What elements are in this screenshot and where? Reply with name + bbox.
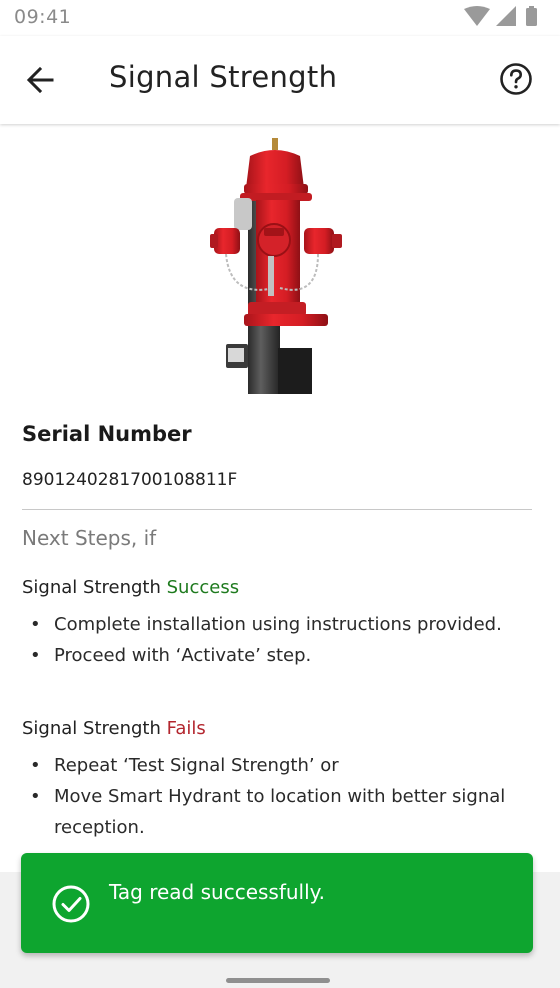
- serial-number-label: Serial Number: [22, 422, 192, 446]
- fail-section-heading: Signal Strength Fails: [22, 718, 206, 739]
- status-bar: 09:41: [0, 0, 560, 36]
- list-item: Complete installation using instructions…: [30, 609, 540, 640]
- toast-message: Tag read successfully.: [109, 880, 326, 904]
- page-title: Signal Strength: [109, 60, 338, 94]
- wifi-icon: [464, 6, 490, 26]
- list-item: Proceed with ‘Activate’ step.: [30, 640, 540, 671]
- help-circle-icon[interactable]: [498, 61, 534, 97]
- arrow-left-icon[interactable]: [22, 61, 60, 99]
- success-steps-list: Complete installation using instructions…: [30, 609, 540, 671]
- fail-status: Fails: [166, 718, 206, 739]
- fire-hydrant-image: [210, 138, 342, 394]
- success-status: Success: [166, 577, 240, 598]
- divider: [22, 509, 532, 510]
- battery-icon: [526, 8, 537, 26]
- fail-heading-prefix: Signal Strength: [22, 718, 161, 739]
- fail-steps-list: Repeat ‘Test Signal Strength’ or Move Sm…: [30, 750, 540, 843]
- success-toast: Tag read successfully.: [21, 853, 533, 953]
- check-circle-icon: [52, 885, 90, 923]
- content: Serial Number 8901240281700108811F Next …: [0, 124, 560, 864]
- home-indicator[interactable]: [226, 978, 330, 983]
- next-steps-heading: Next Steps, if: [22, 526, 157, 550]
- app-bar: Signal Strength: [0, 36, 560, 124]
- success-heading-prefix: Signal Strength: [22, 577, 161, 598]
- list-item: Move Smart Hydrant to location with bett…: [30, 781, 540, 843]
- status-icons: [464, 6, 537, 26]
- list-item: Repeat ‘Test Signal Strength’ or: [30, 750, 540, 781]
- cellular-icon: [496, 6, 516, 26]
- success-section-heading: Signal Strength Success: [22, 577, 239, 598]
- serial-number-value: 8901240281700108811F: [22, 470, 238, 490]
- status-time: 09:41: [14, 6, 72, 28]
